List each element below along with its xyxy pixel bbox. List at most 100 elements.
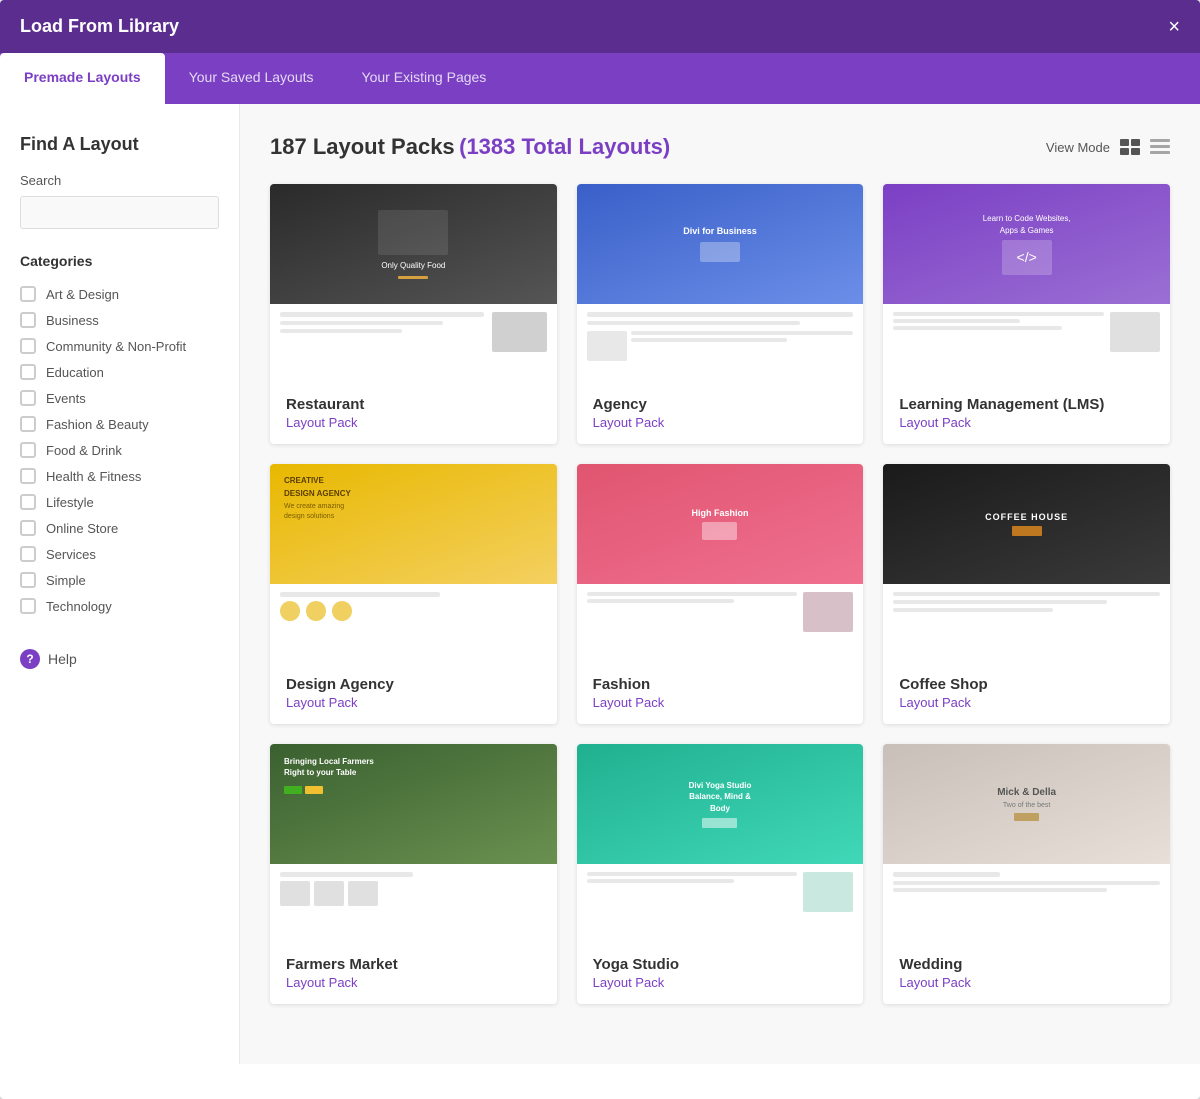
category-business[interactable]: Business [20,307,219,333]
card-preview-agency: Divi for Business [577,184,864,384]
categories-list: Art & Design Business Community & Non-Pr… [20,281,219,619]
card-info-restaurant: Restaurant Layout Pack [270,384,557,444]
category-checkbox-art[interactable] [20,286,36,302]
list-view-icon[interactable] [1150,139,1170,155]
card-name-yoga-studio: Yoga Studio [593,956,848,973]
category-checkbox-fashion[interactable] [20,416,36,432]
card-name-fashion: Fashion [593,676,848,693]
category-checkbox-business[interactable] [20,312,36,328]
card-name-lms: Learning Management (LMS) [899,396,1154,413]
sidebar-find-title: Find A Layout [20,134,219,155]
card-type-lms: Layout Pack [899,415,1154,430]
card-info-design-agency: Design Agency Layout Pack [270,664,557,724]
card-type-design-agency: Layout Pack [286,695,541,710]
category-checkbox-food[interactable] [20,442,36,458]
category-services[interactable]: Services [20,541,219,567]
card-name-wedding: Wedding [899,956,1154,973]
category-checkbox-services[interactable] [20,546,36,562]
modal-container: Load From Library × Premade Layouts Your… [0,0,1200,1099]
category-checkbox-online[interactable] [20,520,36,536]
help-icon: ? [20,649,40,669]
view-mode-section: View Mode [1046,139,1170,155]
tab-premade[interactable]: Premade Layouts [0,53,165,104]
card-info-lms: Learning Management (LMS) Layout Pack [883,384,1170,444]
category-checkbox-technology[interactable] [20,598,36,614]
card-name-design-agency: Design Agency [286,676,541,693]
card-info-coffee-shop: Coffee Shop Layout Pack [883,664,1170,724]
category-checkbox-community[interactable] [20,338,36,354]
view-mode-label: View Mode [1046,140,1110,155]
layout-card-lms[interactable]: Learn to Code Websites,Apps & Games </> [883,184,1170,444]
preview-bottom-restaurant [270,304,557,384]
category-community[interactable]: Community & Non-Profit [20,333,219,359]
category-art[interactable]: Art & Design [20,281,219,307]
grid-view-icon[interactable] [1120,139,1140,155]
card-type-agency: Layout Pack [593,415,848,430]
layout-card-restaurant[interactable]: Only Quality Food [270,184,557,444]
help-link[interactable]: ? Help [20,649,219,669]
layout-card-coffee-shop[interactable]: COFFEE HOUSE Coffee Shop Layout Pack [883,464,1170,724]
category-online[interactable]: Online Store [20,515,219,541]
layout-card-wedding[interactable]: Mick & Della Two of the best Wedding Lay… [883,744,1170,1004]
card-preview-yoga-studio: Divi Yoga StudioBalance, Mind &Body [577,744,864,944]
category-health[interactable]: Health & Fitness [20,463,219,489]
main-header: 187 Layout Packs (1383 Total Layouts) Vi… [270,134,1170,160]
search-label: Search [20,173,219,188]
layout-card-design-agency[interactable]: Creative Design Agency We create amazing… [270,464,557,724]
card-name-farmers-market: Farmers Market [286,956,541,973]
card-type-restaurant: Layout Pack [286,415,541,430]
category-checkbox-education[interactable] [20,364,36,380]
card-info-farmers-market: Farmers Market Layout Pack [270,944,557,1004]
modal-header: Load From Library × [0,0,1200,53]
modal-title: Load From Library [20,16,179,37]
category-checkbox-events[interactable] [20,390,36,406]
layouts-grid: Only Quality Food [270,184,1170,1004]
card-info-yoga-studio: Yoga Studio Layout Pack [577,944,864,1004]
category-checkbox-health[interactable] [20,468,36,484]
category-food[interactable]: Food & Drink [20,437,219,463]
card-name-restaurant: Restaurant [286,396,541,413]
category-lifestyle[interactable]: Lifestyle [20,489,219,515]
layout-card-agency[interactable]: Divi for Business [577,184,864,444]
category-events[interactable]: Events [20,385,219,411]
category-education[interactable]: Education [20,359,219,385]
categories-title: Categories [20,253,219,269]
category-checkbox-lifestyle[interactable] [20,494,36,510]
card-preview-wedding: Mick & Della Two of the best [883,744,1170,944]
category-checkbox-simple[interactable] [20,572,36,588]
card-info-agency: Agency Layout Pack [577,384,864,444]
layout-card-yoga-studio[interactable]: Divi Yoga StudioBalance, Mind &Body Yoga… [577,744,864,1004]
close-icon[interactable]: × [1168,17,1180,37]
tabs-bar: Premade Layouts Your Saved Layouts Your … [0,53,1200,104]
main-content: 187 Layout Packs (1383 Total Layouts) Vi… [240,104,1200,1064]
layout-count: 187 Layout Packs [270,134,455,159]
preview-bg-restaurant: Only Quality Food [270,184,557,304]
total-layouts: (1383 Total Layouts) [459,134,670,159]
card-type-farmers-market: Layout Pack [286,975,541,990]
card-info-wedding: Wedding Layout Pack [883,944,1170,1004]
card-preview-design-agency: Creative Design Agency We create amazing… [270,464,557,664]
card-preview-coffee-shop: COFFEE HOUSE [883,464,1170,664]
card-name-agency: Agency [593,396,848,413]
tab-saved[interactable]: Your Saved Layouts [165,53,338,104]
tab-existing[interactable]: Your Existing Pages [338,53,511,104]
category-simple[interactable]: Simple [20,567,219,593]
card-preview-lms: Learn to Code Websites,Apps & Games </> [883,184,1170,384]
card-info-fashion: Fashion Layout Pack [577,664,864,724]
card-type-coffee-shop: Layout Pack [899,695,1154,710]
layout-card-farmers-market[interactable]: Bringing Local FarmersRight to your Tabl… [270,744,557,1004]
modal-body: Find A Layout Search Categories Art & De… [0,104,1200,1064]
search-input[interactable] [20,196,219,229]
card-preview-farmers-market: Bringing Local FarmersRight to your Tabl… [270,744,557,944]
card-preview-fashion: High Fashion [577,464,864,664]
card-type-fashion: Layout Pack [593,695,848,710]
category-technology[interactable]: Technology [20,593,219,619]
card-type-yoga-studio: Layout Pack [593,975,848,990]
card-name-coffee-shop: Coffee Shop [899,676,1154,693]
sidebar: Find A Layout Search Categories Art & De… [0,104,240,1064]
card-preview-restaurant: Only Quality Food [270,184,557,384]
card-type-wedding: Layout Pack [899,975,1154,990]
layout-card-fashion[interactable]: High Fashion Fashion Layout Pack [577,464,864,724]
layout-count-section: 187 Layout Packs (1383 Total Layouts) [270,134,670,160]
category-fashion[interactable]: Fashion & Beauty [20,411,219,437]
